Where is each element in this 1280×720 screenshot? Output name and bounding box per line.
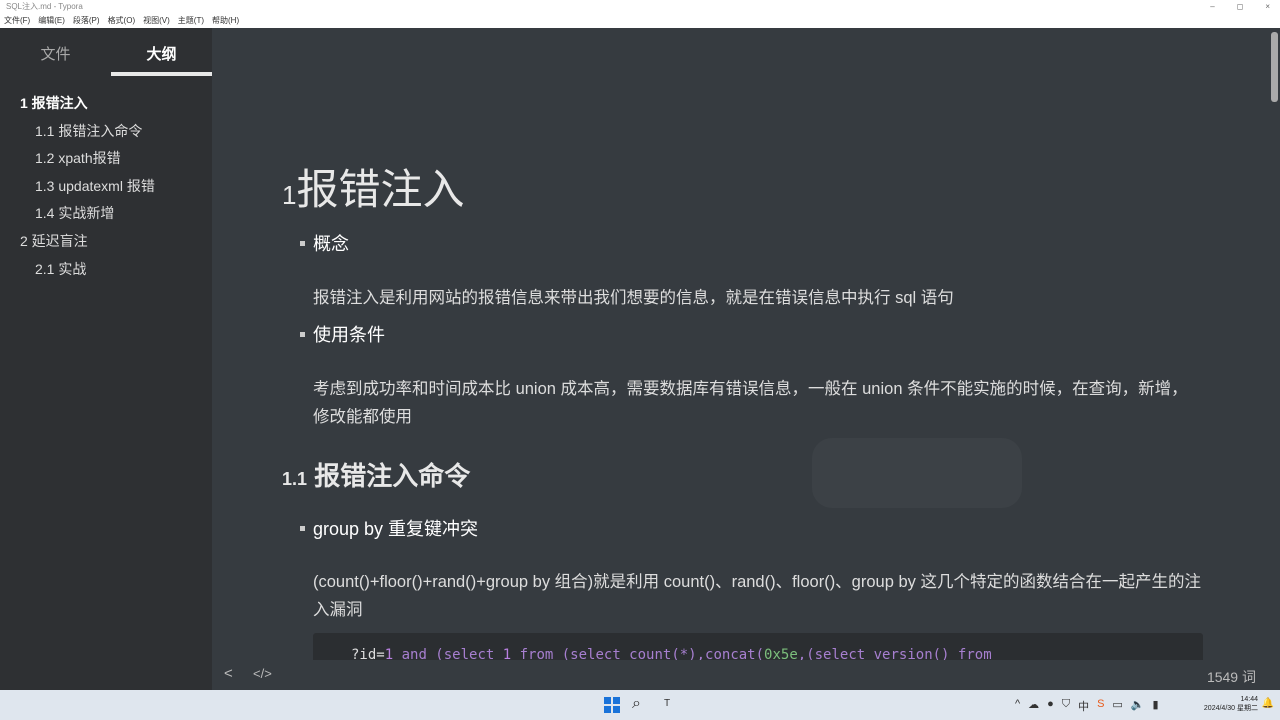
bullet-item: group by 重复键冲突	[300, 515, 478, 541]
typora-app-icon[interactable]: T	[664, 698, 670, 709]
outline-item[interactable]: 1.3 updatexml 报错	[0, 173, 212, 201]
outline-item[interactable]: 1.4 实战新增	[0, 200, 212, 228]
toggle-sidebar-button[interactable]: <	[224, 665, 233, 682]
menu-edit[interactable]: 编辑(E)	[38, 13, 65, 28]
scrollbar[interactable]	[1268, 28, 1280, 660]
watermark	[812, 438, 1022, 508]
close-button[interactable]: ×	[1265, 0, 1270, 13]
bullet-item: 使用条件	[300, 321, 385, 347]
battery-icon[interactable]: ▮	[1153, 698, 1159, 714]
bullet-text: 概念	[313, 234, 349, 254]
notification-bell-icon[interactable]: 🔔	[1262, 698, 1274, 709]
date: 2024/4/30 星期二	[1203, 705, 1258, 712]
outline-item[interactable]: 1 报错注入	[0, 90, 212, 118]
window-title: SQL注入.md - Typora	[6, 2, 83, 11]
ime-icon[interactable]: 中	[1078, 698, 1089, 714]
volume-icon[interactable]: 🔈	[1131, 698, 1145, 714]
code-token: ?id=	[351, 647, 385, 660]
maximize-button[interactable]: ◻	[1237, 0, 1244, 13]
code-token: 1	[502, 647, 512, 660]
editor[interactable]: 1报错注入 概念 报错注入是利用网站的报错信息来带出我们想要的信息，就是在错误信…	[212, 28, 1268, 660]
chevron-up-icon[interactable]: ^	[1015, 698, 1020, 714]
system-tray: ^ ☁ ● ⛉ 中 S ▭ 🔈 ▮	[1015, 698, 1159, 714]
bullet-item: 概念	[300, 230, 349, 256]
menu-paragraph[interactable]: 段落(P)	[73, 13, 100, 28]
outline-item[interactable]: 1.2 xpath报错	[0, 145, 212, 173]
tab-outline[interactable]: 大纲	[111, 28, 212, 76]
menu-view[interactable]: 视图(V)	[143, 13, 170, 28]
sogou-icon[interactable]: S	[1097, 698, 1104, 714]
paragraph: 考虑到成功率和时间成本比 union 成本高，需要数据库有错误信息，一般在 un…	[313, 380, 1188, 426]
search-icon[interactable]: ⌕	[632, 695, 641, 713]
sidebar: 文件 大纲 1 报错注入 1.1 报错注入命令 1.2 xpath报错 1.3 …	[0, 28, 212, 688]
cloud-icon[interactable]: ☁	[1028, 698, 1039, 714]
code-block[interactable]: ?id=1 and (select 1 from (select count(*…	[313, 633, 1203, 660]
paragraph: (count()+floor()+rand()+group by 组合)就是利用…	[313, 573, 1201, 619]
menu-file[interactable]: 文件(F)	[4, 13, 30, 28]
bullet-text: group by 重复键冲突	[313, 519, 479, 539]
bullet-text: 使用条件	[313, 325, 385, 345]
tab-files[interactable]: 文件	[5, 28, 106, 76]
title-bar: SQL注入.md - Typora – ◻ ×	[0, 0, 1280, 13]
windows-start-icon[interactable]	[604, 697, 620, 713]
code-token: 1	[384, 647, 394, 660]
time: 14:44	[1240, 696, 1258, 703]
code-token: from (select count(*),concat(	[511, 647, 765, 660]
minimize-button[interactable]: –	[1210, 0, 1214, 13]
heading-2: 1.1 报错注入命令	[282, 456, 470, 493]
word-count[interactable]: 1549 词	[1207, 667, 1256, 687]
code-token: 0x5e	[764, 647, 798, 660]
heading-1: 1报错注入	[282, 156, 464, 217]
outline-item[interactable]: 2 延迟盲注	[0, 228, 212, 256]
taskbar: ⌕ T ^ ☁ ● ⛉ 中 S ▭ 🔈 ▮ 14:44 2024/4/30 星期二 🔔	[0, 690, 1280, 720]
menu-help[interactable]: 帮助(H)	[212, 13, 239, 28]
code-token: ,(select version() from	[797, 647, 992, 660]
outline-item[interactable]: 1.1 报错注入命令	[0, 118, 212, 146]
heading-text: 报错注入命令	[314, 461, 471, 491]
code-token: and (select	[393, 647, 503, 660]
outline-item[interactable]: 2.1 实战	[0, 256, 212, 284]
paragraph: 报错注入是利用网站的报错信息来带出我们想要的信息，就是在错误信息中执行 sql …	[313, 289, 954, 307]
heading-number: 1.1	[282, 469, 308, 489]
qq-icon[interactable]: ●	[1047, 698, 1054, 714]
outline-list: 1 报错注入 1.1 报错注入命令 1.2 xpath报错 1.3 update…	[0, 90, 212, 283]
menu-bar: 文件(F) 编辑(E) 段落(P) 格式(O) 视图(V) 主题(T) 帮助(H…	[0, 13, 1280, 28]
menu-theme[interactable]: 主题(T)	[178, 13, 204, 28]
heading-text: 报错注入	[296, 166, 465, 213]
shield-icon[interactable]: ⛉	[1062, 698, 1070, 714]
network-icon[interactable]: ▭	[1112, 698, 1122, 714]
status-bar: < </> 1549 词	[0, 660, 1280, 690]
heading-number: 1	[282, 180, 297, 210]
clock[interactable]: 14:44 2024/4/30 星期二	[1204, 695, 1258, 713]
source-mode-button[interactable]: </>	[253, 666, 272, 681]
menu-format[interactable]: 格式(O)	[108, 13, 136, 28]
scrollbar-thumb[interactable]	[1271, 32, 1278, 102]
